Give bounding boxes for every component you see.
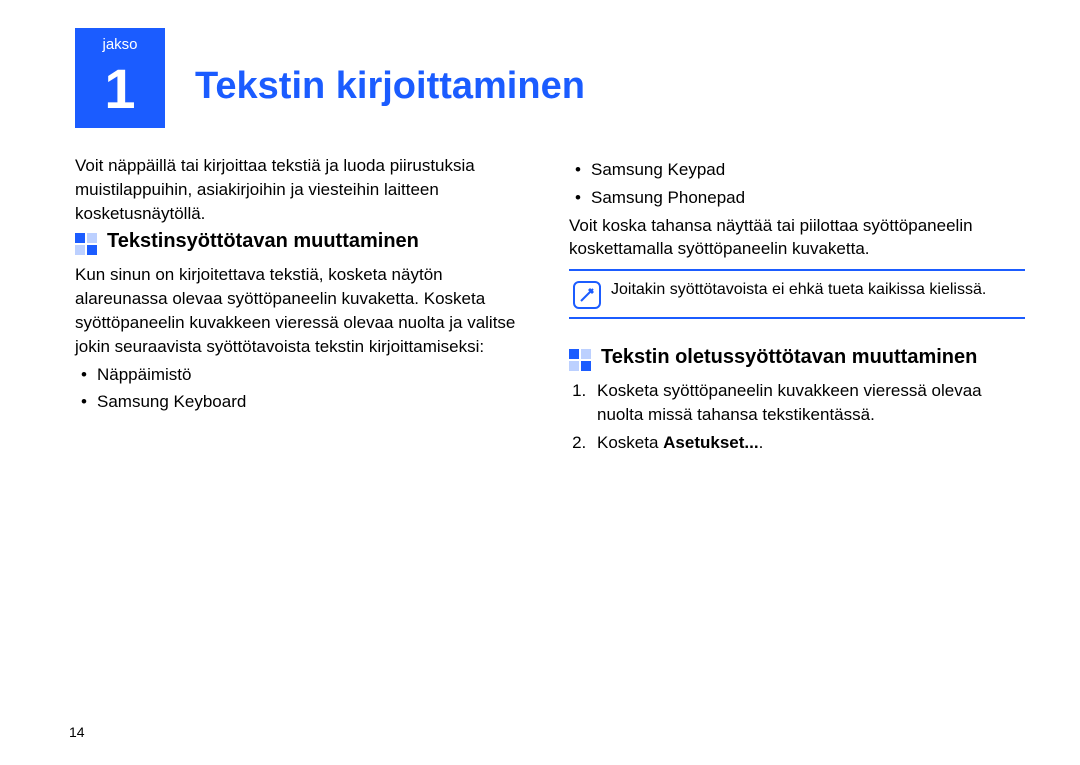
list-item: Näppäimistö (75, 363, 531, 387)
steps-list: Kosketa syöttöpaneelin kuvakkeen vieress… (591, 379, 1025, 454)
input-methods-list-right: Samsung Keypad Samsung Phonepad (569, 158, 1025, 210)
section-bullet-icon (569, 349, 591, 371)
chapter-title: Tekstin kirjoittaminen (195, 60, 585, 113)
step-1: Kosketa syöttöpaneelin kuvakkeen vieress… (591, 379, 1025, 427)
step-2-bold: Asetukset... (663, 433, 758, 452)
chapter-label: jakso (75, 28, 165, 55)
note-text: Joitakin syöttötavoista ei ehkä tueta ka… (611, 279, 1021, 301)
section-title: Tekstinsyöttötavan muuttaminen (107, 229, 419, 253)
intro-paragraph: Voit näppäillä tai kirjoittaa tekstiä ja… (75, 154, 531, 225)
list-item: Samsung Phonepad (569, 186, 1025, 210)
section-bullet-icon (75, 233, 97, 255)
left-column: Voit näppäillä tai kirjoittaa tekstiä ja… (75, 154, 531, 459)
note-box: Joitakin syöttötavoista ei ehkä tueta ka… (569, 269, 1025, 319)
input-methods-list-left: Näppäimistö Samsung Keyboard (75, 363, 531, 415)
step-2-prefix: Kosketa (597, 433, 663, 452)
right-body: Voit koska tahansa näyttää tai piilottaa… (569, 214, 1025, 262)
right-column: Samsung Keypad Samsung Phonepad Voit kos… (569, 154, 1025, 459)
section-heading-default-input: Tekstin oletussyöttötavan muuttaminen (569, 345, 1025, 371)
list-item: Samsung Keyboard (75, 390, 531, 414)
section-title: Tekstin oletussyöttötavan muuttaminen (601, 345, 977, 369)
section-heading-input-method: Tekstinsyöttötavan muuttaminen (75, 229, 531, 255)
list-item: Samsung Keypad (569, 158, 1025, 182)
step-2: Kosketa Asetukset.... (591, 431, 1025, 455)
chapter-number: 1 (75, 55, 165, 117)
note-icon (573, 281, 601, 309)
step-2-period: . (759, 433, 764, 452)
chapter-badge: jakso 1 (75, 28, 165, 128)
section1-body: Kun sinun on kirjoitettava tekstiä, kosk… (75, 263, 531, 358)
content-columns: Voit näppäillä tai kirjoittaa tekstiä ja… (75, 154, 1025, 459)
page-number: 14 (69, 723, 85, 743)
